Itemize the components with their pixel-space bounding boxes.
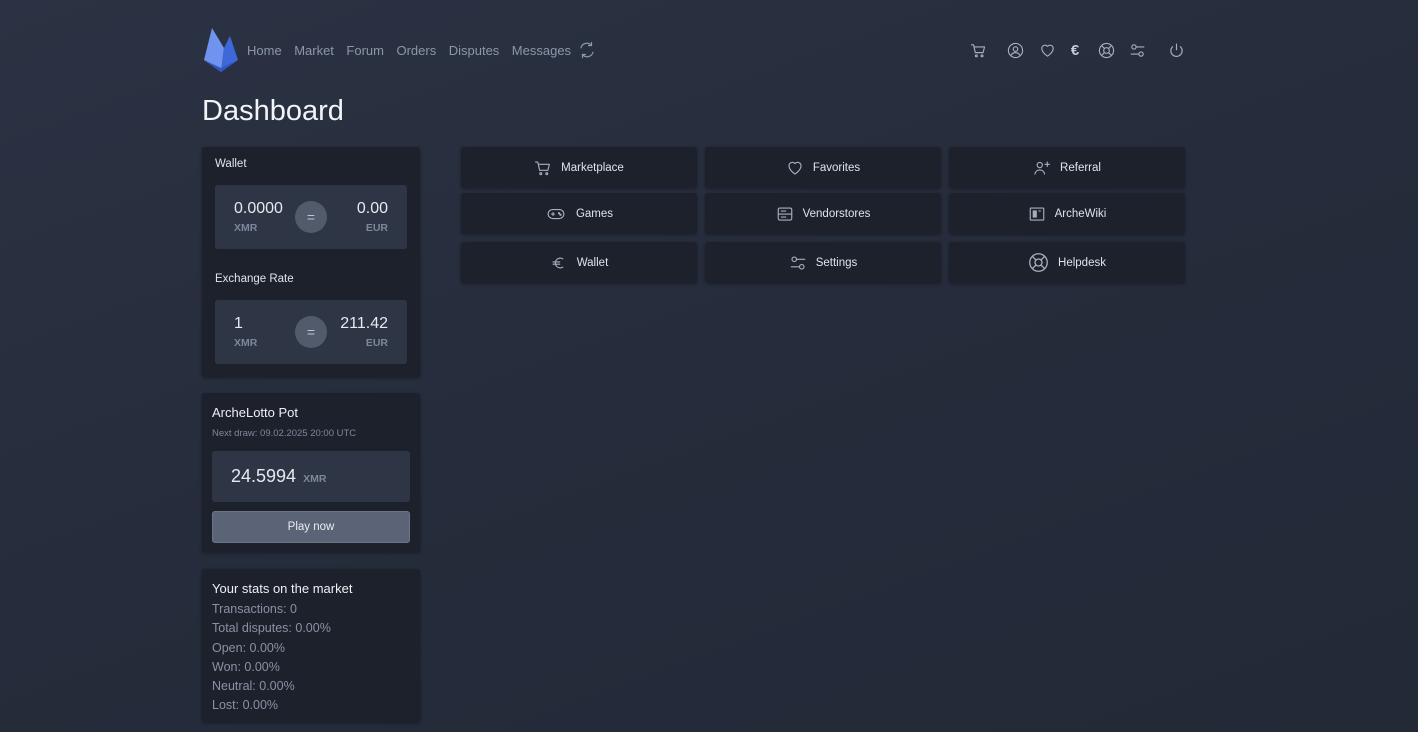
lotto-next-draw: Next draw: 09.02.2025 20:00 UTC	[212, 428, 357, 439]
tile-settings[interactable]: Settings	[705, 242, 941, 283]
page-title: Dashboard	[202, 95, 344, 127]
stats-list: Transactions: 0 Total disputes: 0.00% Op…	[212, 600, 331, 716]
lotto-panel: ArcheLotto Pot Next draw: 09.02.2025 20:…	[202, 393, 420, 552]
wallet-label: Wallet	[215, 158, 247, 170]
tile-referral[interactable]: Referral	[949, 147, 1185, 188]
tile-label: Referral	[1060, 161, 1101, 174]
equals-icon: =	[295, 201, 327, 233]
euro-icon	[552, 257, 564, 268]
tile-label: Games	[575, 207, 614, 220]
logo-icon[interactable]	[204, 26, 238, 72]
cart-icon	[535, 160, 551, 175]
tile-label: Marketplace	[561, 161, 624, 174]
wallet-eur-value: 0.00	[356, 200, 388, 217]
stat-lost: Lost: 0.00%	[212, 698, 279, 713]
wallet-panel: Wallet 0.0000 XMR = 0.00 EUR Exchange Ra…	[202, 147, 420, 377]
stat-total-disputes: Total disputes: 0.00%	[212, 621, 331, 636]
tile-label: Settings	[815, 256, 858, 269]
exchange-xmr-value: 1	[234, 315, 243, 332]
wiki-icon	[1029, 206, 1044, 221]
nav-link-home[interactable]: Home	[247, 43, 282, 58]
tile-favorites[interactable]: Favorites	[705, 147, 941, 188]
stat-neutral: Neutral: 0.00%	[212, 679, 295, 694]
nav-icons: €	[956, 41, 1185, 59]
settings-sliders-icon	[790, 255, 806, 270]
lotto-pot-amount: 24.5994	[231, 466, 297, 486]
wallet-xmr-unit: XMR	[234, 222, 258, 234]
tile-marketplace[interactable]: Marketplace	[461, 147, 697, 188]
tile-label: Wallet	[576, 256, 609, 269]
tile-label: Helpdesk	[1058, 256, 1106, 269]
lotto-pot-value: 24.5994 XMR	[231, 466, 326, 487]
stats-title: Your stats on the market	[212, 581, 353, 596]
heart-icon	[788, 161, 802, 175]
exchange-eur-unit: EUR	[365, 337, 388, 349]
top-navbar: Home Market Forum Orders Disputes Messag…	[202, 24, 1185, 74]
stat-open: Open: 0.00%	[212, 640, 285, 655]
tile-games[interactable]: Games	[461, 193, 697, 234]
stat-transactions: Transactions: 0	[212, 602, 297, 616]
tile-archewiki[interactable]: ArcheWiki	[949, 193, 1185, 234]
refresh-icon[interactable]	[578, 41, 596, 59]
tile-vendorstores[interactable]: Vendorstores	[705, 193, 941, 234]
server-icon	[777, 206, 792, 221]
user-plus-icon	[1034, 160, 1051, 175]
heart-icon[interactable]	[1038, 41, 1056, 59]
wallet-eur-unit: EUR	[365, 222, 388, 234]
nav-link-market[interactable]: Market	[294, 43, 334, 58]
tile-helpdesk[interactable]: Helpdesk	[949, 242, 1185, 283]
wallet-balance-box: 0.0000 XMR = 0.00 EUR	[215, 185, 407, 249]
stats-panel: Your stats on the market Transactions: 0…	[202, 569, 420, 722]
nav-link-messages[interactable]: Messages	[512, 43, 571, 58]
gamepad-icon	[547, 208, 565, 219]
exchange-eur-value: 211.42	[340, 315, 388, 332]
lotto-title: ArcheLotto Pot	[212, 405, 298, 420]
nav-link-disputes[interactable]: Disputes	[449, 43, 500, 58]
power-icon[interactable]	[1167, 41, 1185, 59]
nav-link-orders[interactable]: Orders	[396, 43, 436, 58]
nav-link-forum[interactable]: Forum	[346, 43, 384, 58]
tile-label: ArcheWiki	[1054, 207, 1107, 220]
user-icon[interactable]	[1006, 41, 1024, 59]
euro-icon[interactable]: €	[1066, 41, 1084, 59]
lifebuoy-icon	[1029, 253, 1048, 272]
equals-icon: =	[295, 316, 327, 348]
lotto-pot-unit: XMR	[303, 473, 327, 485]
nav-links: Home Market Forum Orders Disputes Messag…	[247, 43, 584, 58]
settings-sliders-icon[interactable]	[1128, 41, 1146, 59]
stat-won: Won: 0.00%	[212, 659, 280, 674]
play-now-button[interactable]: Play now	[212, 511, 410, 543]
lotto-pot-box: 24.5994 XMR	[212, 451, 410, 502]
exchange-xmr-unit: XMR	[234, 337, 258, 349]
exchange-rate-label: Exchange Rate	[215, 273, 294, 285]
tile-label: Vendorstores	[802, 207, 871, 220]
tile-label: Favorites	[812, 161, 861, 174]
tile-wallet[interactable]: Wallet	[461, 242, 697, 283]
exchange-rate-box: 1 XMR = 211.42 EUR	[215, 300, 407, 364]
wallet-xmr-value: 0.0000	[234, 200, 283, 217]
cart-icon[interactable]	[969, 41, 987, 59]
lifebuoy-icon[interactable]	[1097, 41, 1115, 59]
